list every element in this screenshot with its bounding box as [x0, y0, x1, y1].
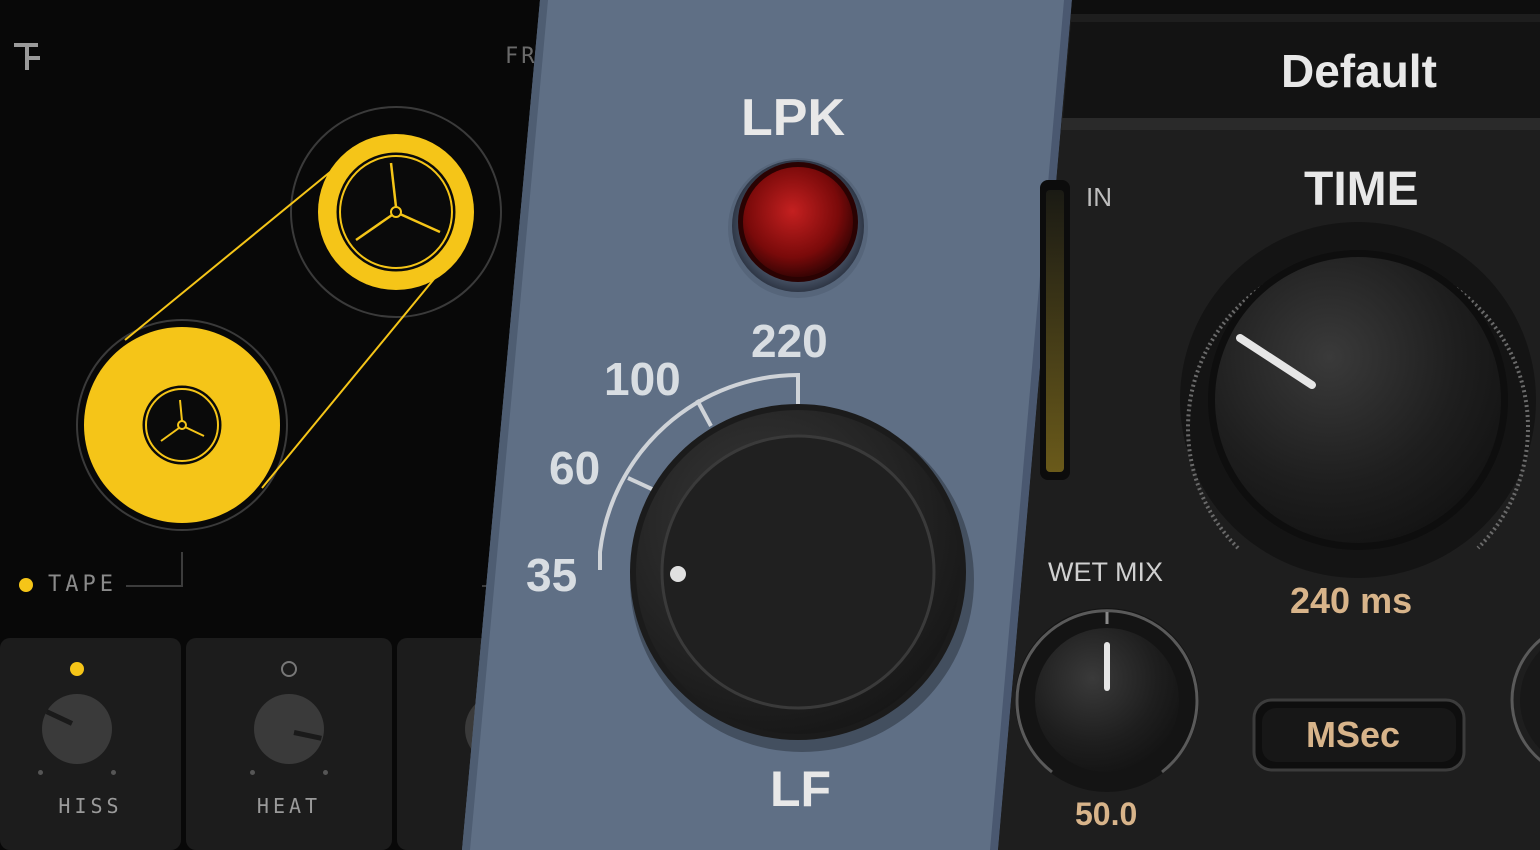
lpk-title: LPK	[741, 89, 845, 147]
hiss-card: HISS	[0, 638, 181, 850]
scale-label-35: 35	[526, 549, 578, 601]
heat-active-dot[interactable]	[281, 661, 297, 677]
wet-mix-knob	[1035, 628, 1179, 772]
lf-knob	[660, 434, 936, 710]
wet-mix-label: WET MIX	[1048, 557, 1164, 587]
scale-label-100: 100	[604, 353, 681, 405]
scale-label-60: 60	[549, 442, 601, 494]
msec-button[interactable]: MSec	[1306, 714, 1400, 756]
hiss-knob[interactable]	[42, 694, 112, 764]
tape-active-dot	[19, 578, 33, 592]
lf-knob-skirt	[630, 404, 966, 740]
lf-knob-label: LF	[770, 761, 832, 817]
preset-name[interactable]: Default	[1281, 44, 1437, 98]
time-knob-pointer	[1236, 334, 1316, 389]
heat-label: HEAT	[256, 794, 322, 818]
heat-card: HEAT	[186, 638, 392, 850]
lf-knob-pointer	[670, 566, 686, 582]
input-meter	[1046, 190, 1064, 472]
tape-label: TAPE	[48, 572, 117, 597]
time-knob	[1215, 257, 1501, 543]
third-card	[397, 638, 557, 850]
hiss-label: HISS	[58, 794, 123, 818]
scale-label-220: 220	[751, 315, 828, 367]
time-label: TIME	[1304, 163, 1419, 216]
input-label: IN	[1086, 182, 1112, 212]
hiss-active-dot[interactable]	[70, 662, 84, 676]
third-knob[interactable]	[465, 694, 535, 764]
time-value: 240 ms	[1290, 580, 1413, 621]
heat-knob[interactable]	[254, 694, 324, 764]
tape-reels-graphic[interactable]	[0, 0, 560, 620]
tape-plugin-panel: FR TAPE HISS HEAT	[0, 0, 560, 850]
lpk-led-indicator	[743, 167, 853, 277]
wet-mix-value: 50.0	[1075, 796, 1138, 832]
